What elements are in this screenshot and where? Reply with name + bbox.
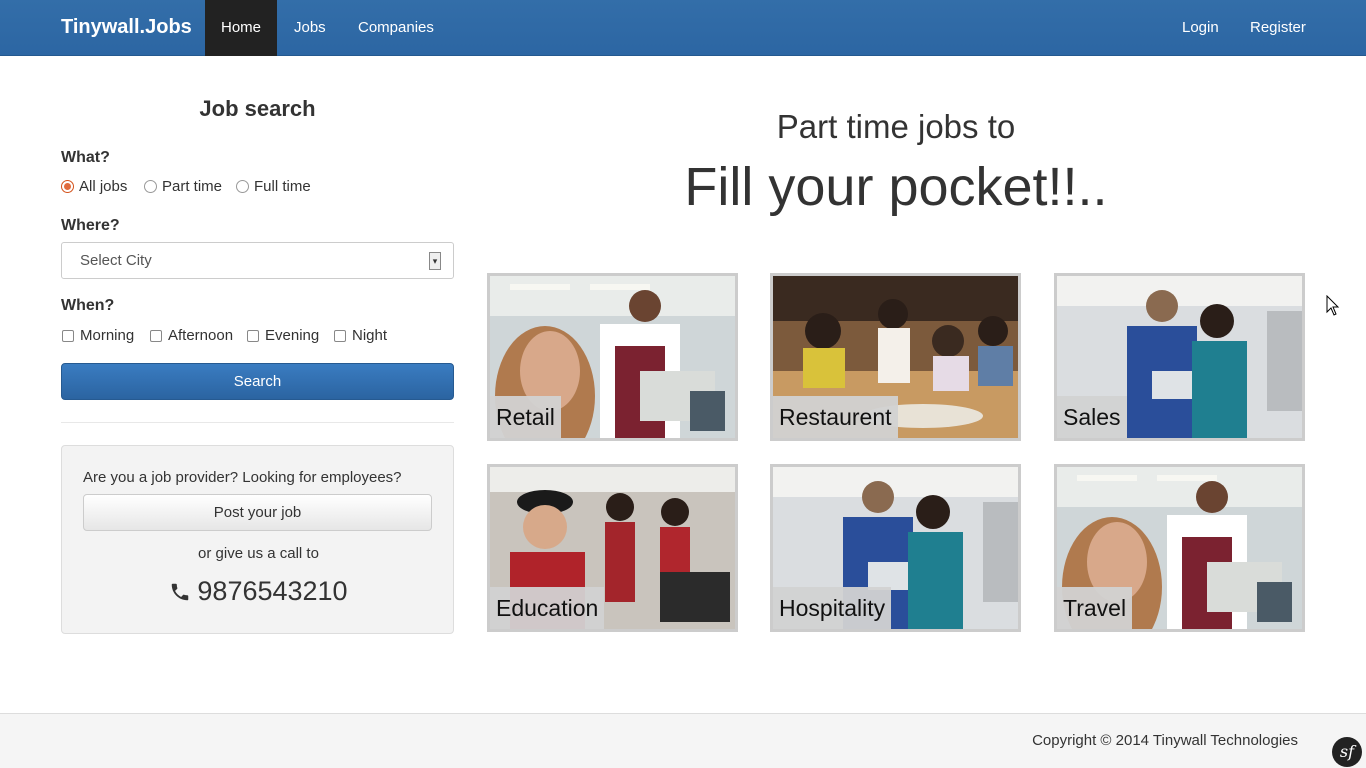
radio-full-time[interactable]: Full time <box>236 178 311 195</box>
what-label: What? <box>61 149 110 166</box>
radio-label: Full time <box>254 178 311 195</box>
call-text: or give us a call to <box>198 545 319 562</box>
category-label: Education <box>490 587 605 629</box>
checkbox-label: Morning <box>80 327 135 344</box>
category-label: Retail <box>490 396 561 438</box>
nav-register[interactable]: Register <box>1234 0 1322 56</box>
phone-number: 9876543210 <box>197 576 348 606</box>
copyright-text: Copyright © 2014 Tinywall Technologies <box>1032 732 1298 749</box>
checkbox-night[interactable]: Night <box>334 327 387 344</box>
category-tile-restaurent[interactable]: Restaurent <box>770 273 1021 441</box>
hero-subtitle: Part time jobs to <box>776 108 1016 145</box>
checkbox-evening[interactable]: Evening <box>247 327 319 344</box>
job-provider-panel: Are you a job provider? Looking for empl… <box>61 445 454 634</box>
radio-checked-icon[interactable] <box>61 180 74 193</box>
category-tile-hospitality[interactable]: Hospitality <box>770 464 1021 632</box>
radio-label: All jobs <box>79 178 128 195</box>
category-tile-sales[interactable]: Sales <box>1054 273 1305 441</box>
radio-part-time[interactable]: Part time <box>144 178 222 195</box>
category-label: Sales <box>1057 396 1127 438</box>
nav-home[interactable]: Home <box>205 0 277 56</box>
category-tile-retail[interactable]: Retail <box>487 273 738 441</box>
city-select[interactable]: Select City ▾ <box>61 242 454 279</box>
checkbox-icon[interactable] <box>62 329 74 342</box>
checkbox-label: Evening <box>265 327 320 344</box>
checkbox-icon[interactable] <box>334 329 346 342</box>
dropdown-arrow-icon[interactable]: ▾ <box>429 252 441 270</box>
category-label: Travel <box>1057 587 1133 629</box>
checkbox-icon[interactable] <box>150 329 162 342</box>
radio-icon[interactable] <box>236 180 249 193</box>
checkbox-afternoon[interactable]: Afternoon <box>150 327 233 344</box>
radio-icon[interactable] <box>144 180 157 193</box>
nav-companies[interactable]: Companies <box>342 0 450 56</box>
category-label: Hospitality <box>773 587 892 629</box>
brand-logo[interactable]: Tinywall.Jobs <box>61 16 192 39</box>
provider-question: Are you a job provider? Looking for empl… <box>83 469 402 486</box>
footer: Copyright © 2014 Tinywall Technologies <box>0 713 1366 768</box>
checkbox-icon[interactable] <box>247 329 259 342</box>
checkbox-label: Afternoon <box>168 327 234 344</box>
mouse-cursor-icon <box>1326 295 1340 316</box>
category-label: Restaurent <box>773 396 898 438</box>
radio-all-jobs[interactable]: All jobs <box>61 178 127 195</box>
symfony-debug-icon[interactable]: sf <box>1332 737 1362 767</box>
nav-jobs[interactable]: Jobs <box>278 0 342 56</box>
post-job-button[interactable]: Post your job <box>83 494 432 531</box>
where-label: Where? <box>61 217 120 234</box>
phone-icon <box>172 583 189 600</box>
radio-label: Part time <box>162 178 223 195</box>
hero-title: Fill your pocket!!.. <box>684 157 1108 217</box>
category-tile-education[interactable]: Education <box>487 464 738 632</box>
navbar: Tinywall.Jobs Home Jobs Companies Login … <box>0 0 1366 56</box>
divider <box>61 422 454 423</box>
phone-number-row: 9876543210 <box>62 576 455 607</box>
nav-login[interactable]: Login <box>1166 0 1235 56</box>
job-search-title: Job search <box>199 96 316 121</box>
checkbox-morning[interactable]: Morning <box>62 327 134 344</box>
search-button[interactable]: Search <box>61 363 454 400</box>
checkbox-label: Night <box>352 327 388 344</box>
city-select-value: Select City <box>80 252 152 269</box>
when-label: When? <box>61 297 115 314</box>
category-tile-travel[interactable]: Travel <box>1054 464 1305 632</box>
